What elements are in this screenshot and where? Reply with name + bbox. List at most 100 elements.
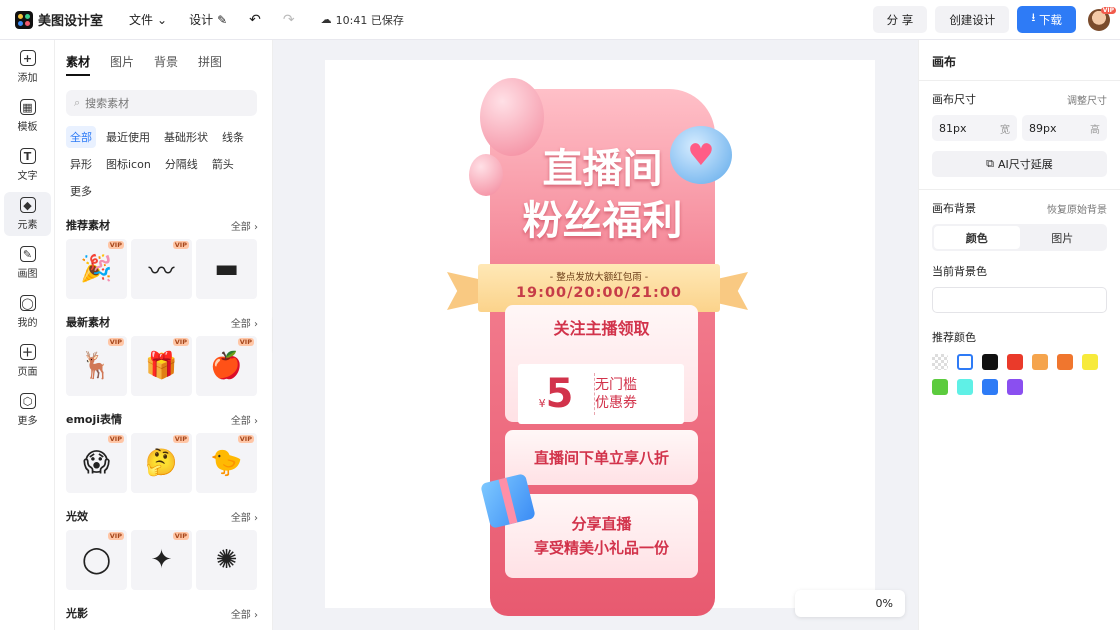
section-title: 光影 [66,607,88,620]
height-value: 89px [1029,121,1057,135]
color-swatch[interactable] [1032,354,1048,370]
material-thumbnail[interactable]: 🤔 VIP [131,433,192,493]
search-icon: ⌕ [74,96,81,109]
material-thumbnail[interactable]: 😱 VIP [66,433,127,493]
file-menu[interactable]: 文件 ⌄ [129,11,167,28]
ribbon-left-wing [447,272,481,310]
rail-item-page[interactable]: ＋ 页面 [4,339,51,383]
app-logo[interactable]: 美图设计室 [15,10,103,29]
filter-chip[interactable]: 线条 [218,126,248,148]
vip-badge: VIP [172,241,189,249]
color-swatch[interactable] [1007,354,1023,370]
width-unit: 宽 [1000,124,1010,136]
left-rail: + 添加 ▦ 模板 T 文字 ◆ 元素 ✎ 画图 ◯ 我的 ＋ 页面 ⬡ 更多 [0,40,55,630]
section-title: 光效 [66,510,88,523]
redo-button[interactable]: ↷ [283,12,295,28]
color-swatch[interactable] [1082,354,1098,370]
rail-item-element[interactable]: ◆ 元素 [4,192,51,236]
color-swatch[interactable] [1057,354,1073,370]
top-bar: 美图设计室 文件 ⌄ 设计 ✎ ↶ ↷ ☁ 10:41 已保存 分 享 创建设计 ⭳… [0,0,1120,40]
tab-2[interactable]: 背景 [154,53,178,76]
discount-card[interactable]: 直播间下单立享八折 [505,430,698,485]
rail-item-text[interactable]: T 文字 [4,143,51,187]
width-field[interactable]: 81px 宽 [932,115,1017,141]
resize-link[interactable]: 调整尺寸 [1067,92,1107,107]
filter-chip[interactable]: 异形 [66,153,96,175]
color-swatch[interactable] [982,354,998,370]
material-preview: ◯ [81,545,112,575]
color-swatch[interactable] [957,379,973,395]
panel-title: 画布 [932,55,957,69]
filter-chip[interactable]: 全部 [66,126,96,148]
poster-title-2[interactable]: 粉丝福利 [490,188,715,246]
filter-chip[interactable]: 基础形状 [160,126,212,148]
see-all-link[interactable]: 全部 › [231,509,258,524]
filter-chip[interactable]: 分隔线 [161,153,202,175]
tab-image[interactable]: 图片 [1020,226,1106,249]
zoom-control[interactable]: 0% [795,590,905,617]
element-icon: ◆ [19,197,36,213]
material-thumbnail[interactable]: 🐤 VIP [196,433,257,493]
height-unit: 高 [1090,124,1100,136]
search-input[interactable] [85,96,236,110]
share-card[interactable]: 分享直播 享受精美小礼品一份 [505,494,698,578]
share-button[interactable]: 分 享 [872,6,928,33]
download-button[interactable]: ⭳ 下载 [1017,6,1076,33]
material-thumbnail[interactable]: ✺ [196,530,257,590]
tab-0[interactable]: 素材 [66,53,91,76]
filter-chip[interactable]: 箭头 [208,153,238,175]
thumbnail-row: 🦌 VIP 🎁 VIP 🍎 VIP [66,336,272,396]
logo-icon [15,10,33,29]
material-preview: 🤔 [145,448,178,478]
ai-extend-button[interactable]: ⧉ AI尺寸延展 [932,151,1107,177]
material-preview: 🦌 [80,351,113,381]
material-thumbnail[interactable]: 🎉 VIP [66,239,127,299]
color-swatch[interactable] [932,354,948,370]
design-menu[interactable]: 设计 ✎ [189,11,227,28]
tab-3[interactable]: 拼图 [198,53,222,76]
material-thumbnail[interactable]: ◯ VIP [66,530,127,590]
material-thumbnail[interactable]: 🍎 VIP [196,336,257,396]
section-title: 推荐素材 [66,219,110,232]
color-swatch[interactable] [982,379,998,395]
color-swatch[interactable] [932,379,948,395]
balloon-icon[interactable] [480,78,544,156]
tab-color[interactable]: 颜色 [934,226,1020,249]
material-thumbnail[interactable]: 🎁 VIP [131,336,192,396]
see-all-link[interactable]: 全部 › [231,606,258,621]
color-swatch[interactable] [957,354,973,370]
vip-badge: VIP [107,532,124,540]
vip-badge: VIP [107,435,124,443]
undo-button[interactable]: ↶ [249,12,261,28]
height-field[interactable]: 89px 高 [1022,115,1107,141]
avatar[interactable]: VIP [1088,6,1116,31]
filter-chip[interactable]: 图标icon [102,153,155,175]
create-design-button[interactable]: 创建设计 [935,6,1010,33]
see-all-link[interactable]: 全部 › [231,218,258,233]
rail-item-template[interactable]: ▦ 模板 [4,94,51,138]
share-card-line-2: 享受精美小礼品一份 [533,539,669,557]
design-canvas[interactable]: 直播间 粉丝福利 ♥ - 整点发放大额红包雨 - 19:00/20:00/21:… [325,60,875,616]
tab-1[interactable]: 图片 [110,53,134,76]
rail-item-user[interactable]: ◯ 我的 [4,290,51,334]
coupon[interactable]: ¥5 无门槛 优惠券 [518,364,684,424]
see-all-link[interactable]: 全部 › [231,412,258,427]
material-thumbnail[interactable]: 〰 VIP [131,239,192,299]
material-thumbnail[interactable]: ✦ VIP [131,530,192,590]
properties-panel: 画布 画布尺寸 调整尺寸 81px 宽 89px 高 ⧉ AI尺寸延展 画布背景 恢复… [918,40,1120,630]
search-box[interactable]: ⌕ [66,90,257,116]
material-thumbnail[interactable]: ▬ [196,239,257,299]
rail-item-draw[interactable]: ✎ 画图 [4,241,51,285]
filter-chip[interactable]: 最近使用 [102,126,154,148]
filter-chip[interactable]: 更多 [66,180,96,202]
see-all-link[interactable]: 全部 › [231,315,258,330]
material-thumbnail[interactable]: 🦌 VIP [66,336,127,396]
rail-item-more[interactable]: ⬡ 更多 [4,388,51,432]
balloon-small-icon[interactable] [469,154,503,196]
heart-bubble-icon[interactable]: ♥ [670,126,732,184]
restore-bg-link[interactable]: 恢复原始背景 [1047,201,1107,216]
rail-item-add[interactable]: + 添加 [4,45,51,89]
color-swatch[interactable] [1007,379,1023,395]
width-value: 81px [939,121,967,135]
current-bg-color[interactable] [932,287,1107,313]
